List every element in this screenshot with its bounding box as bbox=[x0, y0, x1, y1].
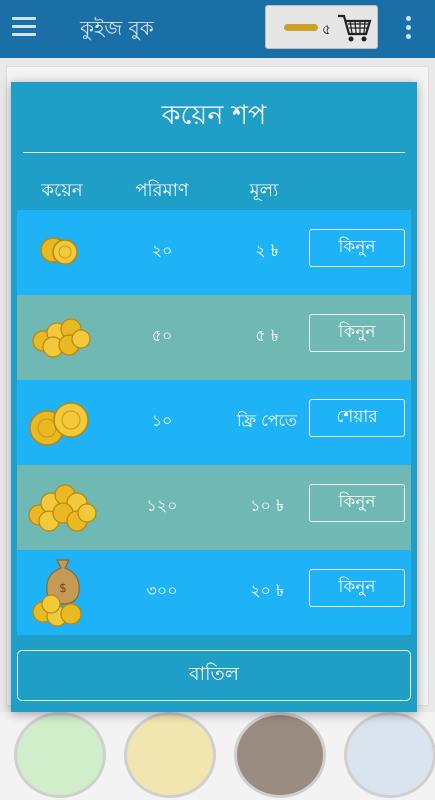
shop-row: ১০ ফ্রি পেতে শেয়ার bbox=[17, 380, 411, 465]
coin-stack-icon bbox=[284, 24, 318, 31]
dialog-title: কয়েন শপ bbox=[161, 100, 267, 131]
monument-category-thumb[interactable] bbox=[124, 712, 216, 798]
coin-price: ৫ ৳ bbox=[255, 326, 279, 345]
more-options-icon[interactable] bbox=[405, 16, 413, 42]
coins-medium-icon bbox=[32, 318, 91, 358]
coin-quantity: ৫০ bbox=[151, 326, 173, 345]
shop-row: ১২০ ১০ ৳ কিনুন bbox=[17, 465, 411, 550]
coin-quantity: ১২০ bbox=[146, 496, 178, 515]
shopping-cart-icon bbox=[338, 14, 372, 42]
history-category-thumb[interactable] bbox=[234, 712, 326, 798]
buy-button[interactable]: কিনুন bbox=[309, 569, 405, 607]
free-label: ফ্রি পেতে bbox=[237, 411, 297, 430]
coin-price: ১০ ৳ bbox=[250, 496, 284, 515]
buy-button[interactable]: কিনুন bbox=[309, 229, 405, 267]
shop-row: ৫০ ৫ ৳ কিনুন bbox=[17, 295, 411, 380]
buy-button[interactable]: কিনুন bbox=[309, 484, 405, 522]
share-button[interactable]: শেয়ার bbox=[309, 399, 405, 437]
coins-pair-icon bbox=[29, 402, 89, 446]
buy-button[interactable]: কিনুন bbox=[309, 314, 405, 352]
shop-row: $ ৩০০ ২০ ৳ কিনুন bbox=[17, 550, 411, 635]
coin-quantity: ৩০০ bbox=[146, 581, 178, 600]
title-divider bbox=[23, 152, 405, 153]
svg-text:$: $ bbox=[59, 581, 67, 595]
cricket-category-thumb[interactable] bbox=[14, 712, 106, 798]
coin-shop-dialog: কয়েন শপ কয়েন পরিমাণ মূল্য ২০ ২ ৳ কিনুন bbox=[11, 82, 417, 712]
header-coin: কয়েন bbox=[41, 180, 83, 201]
app-bar: কুইজ বুক ৫ bbox=[0, 0, 435, 58]
header-price: মূল্য bbox=[249, 180, 279, 201]
coin-price: ২০ ৳ bbox=[250, 581, 284, 600]
header-amount: পরিমাণ bbox=[135, 180, 189, 201]
coin-bag-icon: $ bbox=[32, 559, 82, 627]
coins-small-icon bbox=[40, 237, 78, 265]
coin-quantity: ১০ bbox=[151, 411, 173, 430]
coins-pile-icon bbox=[28, 484, 97, 532]
coin-price: ২ ৳ bbox=[255, 241, 279, 260]
coin-balance-button[interactable]: ৫ bbox=[265, 5, 378, 49]
hamburger-menu-icon[interactable] bbox=[12, 17, 36, 37]
coin-quantity: ২০ bbox=[151, 241, 173, 260]
coin-balance: ৫ bbox=[322, 22, 332, 38]
cancel-button[interactable]: বাতিল bbox=[17, 650, 411, 701]
shop-row: ২০ ২ ৳ কিনুন bbox=[17, 210, 411, 295]
social-category-thumb[interactable] bbox=[344, 712, 435, 798]
app-title: কুইজ বুক bbox=[80, 16, 154, 40]
